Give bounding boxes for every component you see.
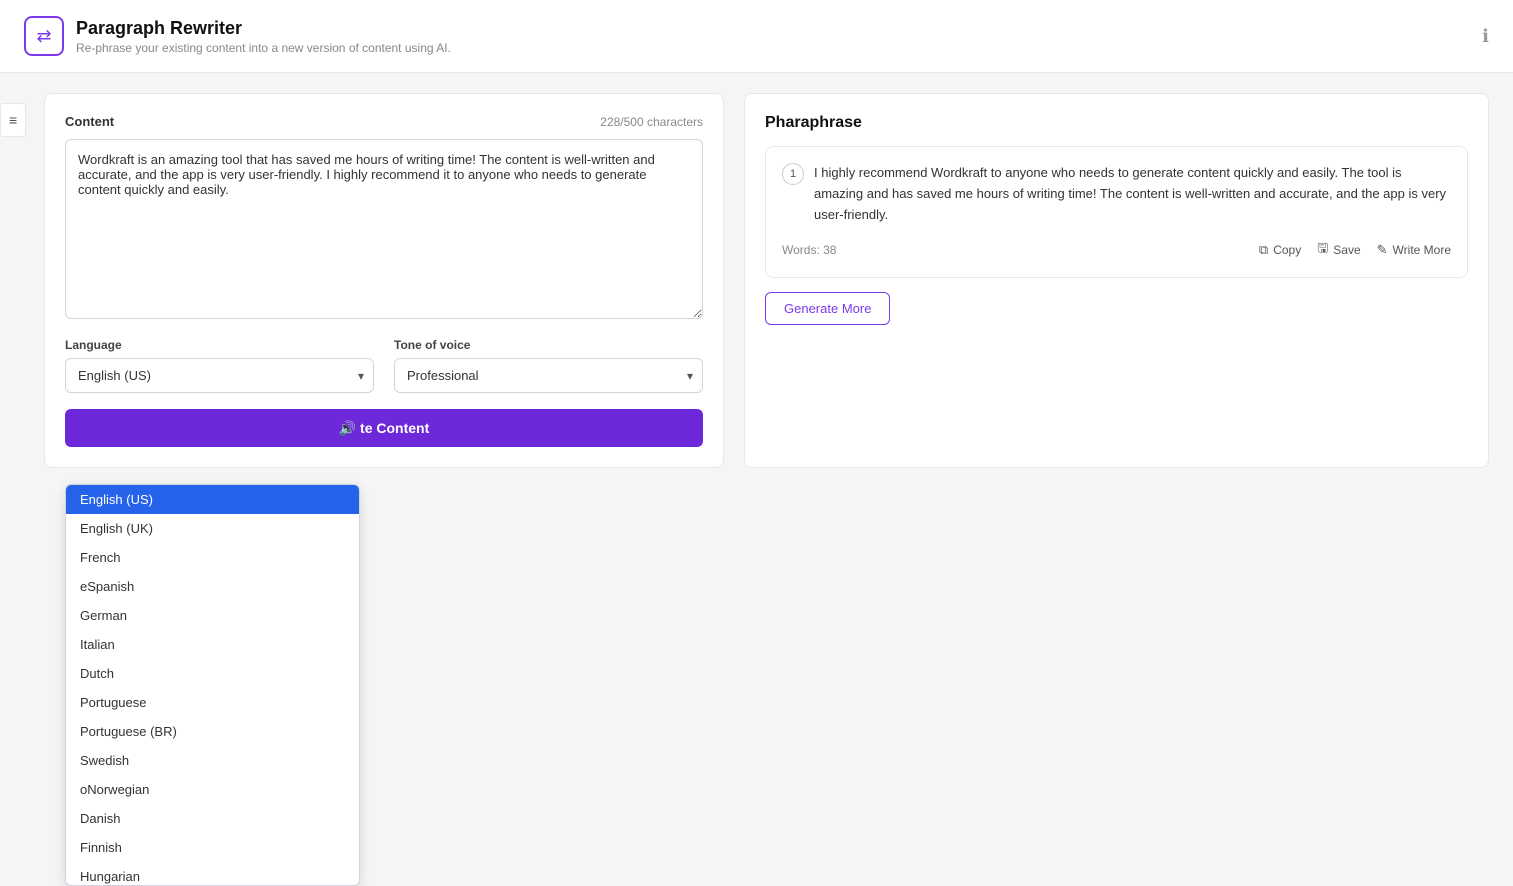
tone-control: Tone of voice Professional Casual Formal…	[394, 338, 703, 393]
copy-icon: ⧉	[1259, 242, 1268, 258]
right-panel: Pharaphrase 1 I highly recommend Wordkra…	[744, 93, 1489, 468]
language-select-wrapper: English (US)English (UK)FrencheSpanishGe…	[65, 358, 374, 393]
left-panel: Content 228/500 characters Language Engl…	[44, 93, 724, 468]
generate-more-button[interactable]: Generate More	[765, 292, 890, 325]
controls-row: Language English (US)English (UK)Frenche…	[65, 338, 703, 393]
generate-button[interactable]: 🔊 te Content	[65, 409, 703, 447]
language-option[interactable]: Finnish	[66, 833, 359, 862]
generate-button-label: 🔊 te Content	[339, 420, 430, 436]
info-icon[interactable]: ℹ	[1482, 26, 1489, 47]
result-text: I highly recommend Wordkraft to anyone w…	[814, 163, 1451, 225]
language-option[interactable]: English (US)	[66, 485, 359, 514]
copy-button[interactable]: ⧉ Copy	[1259, 239, 1301, 261]
write-more-button[interactable]: ✎ Write More	[1377, 239, 1451, 261]
language-option[interactable]: Italian	[66, 630, 359, 659]
content-label: Content	[65, 114, 114, 129]
language-option[interactable]: English (UK)	[66, 514, 359, 543]
generate-more-label: Generate More	[784, 301, 871, 316]
tone-select-wrapper: Professional Casual Formal ▾	[394, 358, 703, 393]
content-header: Content 228/500 characters	[65, 114, 703, 129]
tone-label: Tone of voice	[394, 338, 703, 352]
copy-label: Copy	[1273, 243, 1301, 257]
write-more-label: Write More	[1393, 243, 1451, 257]
language-option[interactable]: Portuguese (BR)	[66, 717, 359, 746]
app-icon: ⇄	[24, 16, 64, 56]
language-option[interactable]: Dutch	[66, 659, 359, 688]
app-header: ⇄ Paragraph Rewriter Re-phrase your exis…	[0, 0, 1513, 73]
menu-icon: ≡	[9, 112, 17, 128]
language-option[interactable]: Hungarian	[66, 862, 359, 885]
language-option[interactable]: oNorwegian	[66, 775, 359, 804]
language-option[interactable]: German	[66, 601, 359, 630]
sidebar-toggle-button[interactable]: ≡	[0, 103, 26, 137]
paraphrase-title: Pharaphrase	[765, 114, 1468, 132]
language-label: Language	[65, 338, 374, 352]
language-option[interactable]: Danish	[66, 804, 359, 833]
language-dropdown-scroll: English (US)English (UK)FrencheSpanishGe…	[66, 485, 359, 885]
language-option[interactable]: French	[66, 543, 359, 572]
language-option[interactable]: Portuguese	[66, 688, 359, 717]
save-icon: 🖫	[1317, 239, 1328, 261]
language-option[interactable]: Swedish	[66, 746, 359, 775]
app-title: Paragraph Rewriter	[76, 18, 451, 39]
word-count: Words: 38	[782, 243, 836, 257]
result-footer: Words: 38 ⧉ Copy 🖫 Save ✎ Write More	[782, 239, 1451, 261]
result-card: 1 I highly recommend Wordkraft to anyone…	[765, 146, 1468, 278]
main-layout: ≡ Content 228/500 characters Language En…	[0, 73, 1513, 488]
content-textarea[interactable]	[65, 139, 703, 319]
language-dropdown: English (US)English (UK)FrencheSpanishGe…	[65, 484, 360, 886]
result-number: 1	[782, 163, 804, 185]
language-select[interactable]: English (US)English (UK)FrencheSpanishGe…	[65, 358, 374, 393]
result-header: 1 I highly recommend Wordkraft to anyone…	[782, 163, 1451, 225]
app-subtitle: Re-phrase your existing content into a n…	[76, 41, 451, 55]
save-label: Save	[1333, 243, 1360, 257]
app-title-group: Paragraph Rewriter Re-phrase your existi…	[76, 18, 451, 55]
save-button[interactable]: 🖫 Save	[1317, 239, 1360, 261]
tone-select[interactable]: Professional Casual Formal	[394, 358, 703, 393]
char-count: 228/500 characters	[600, 115, 703, 129]
result-actions: ⧉ Copy 🖫 Save ✎ Write More	[1259, 239, 1451, 261]
write-more-icon: ✎	[1377, 242, 1388, 258]
language-option[interactable]: eSpanish	[66, 572, 359, 601]
language-control: Language English (US)English (UK)Frenche…	[65, 338, 374, 393]
